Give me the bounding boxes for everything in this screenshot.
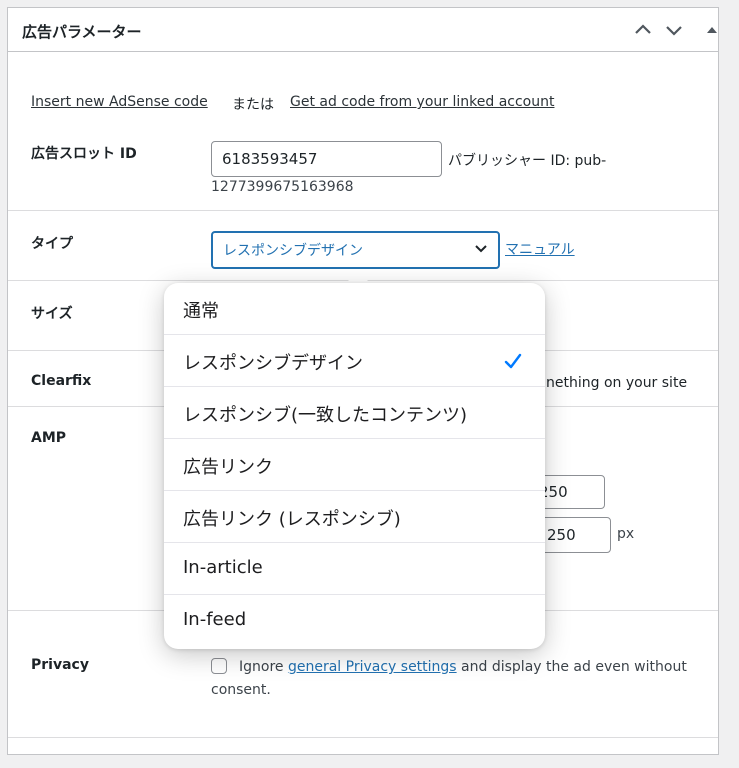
chevron-down-icon — [666, 26, 682, 36]
dropdown-option-label: レスポンシブデザイン — [183, 353, 363, 374]
separator — [8, 210, 718, 211]
clearfix-description: nething on your site — [546, 375, 688, 391]
chevron-up-icon — [635, 24, 651, 34]
ad-slot-input[interactable]: 6183593457 — [211, 141, 442, 177]
or-text: または — [232, 97, 274, 113]
ad-type-selected: レスポンシブデザイン — [223, 243, 363, 259]
dropdown-option-label: レスポンシブ(一致したコンテンツ) — [183, 405, 468, 426]
ad-type-dropdown: 通常 レスポンシブデザイン レスポンシブ(一致したコンテンツ) 広告リンク 広告… — [164, 283, 545, 649]
dropdown-option[interactable]: 広告リンク — [164, 439, 545, 491]
panel-header: 広告パラメーター — [8, 8, 718, 52]
toggle-panel-button[interactable] — [700, 18, 724, 42]
privacy-label: Privacy — [31, 657, 89, 673]
caret-up-icon — [707, 27, 717, 33]
clearfix-label: Clearfix — [31, 373, 92, 389]
amp-unit: px — [617, 526, 635, 542]
move-up-button[interactable] — [631, 18, 655, 42]
privacy-text-line2: consent. — [211, 682, 271, 698]
dropdown-option-label: In-feed — [183, 609, 247, 630]
publisher-label: パブリッシャー ID: pub- — [448, 153, 607, 169]
insert-adsense-link[interactable]: Insert new AdSense code — [31, 94, 208, 110]
privacy-text: Ignore general Privacy settings and disp… — [239, 659, 687, 675]
checkmark-icon — [504, 353, 522, 369]
move-down-button[interactable] — [662, 18, 686, 42]
dropdown-option[interactable]: 通常 — [164, 283, 545, 335]
ignore-privacy-checkbox[interactable] — [211, 658, 227, 674]
dropdown-option-selected[interactable]: レスポンシブデザイン — [164, 335, 545, 387]
privacy-settings-link[interactable]: general Privacy settings — [288, 659, 457, 675]
amp-height-value: 250 — [547, 526, 576, 544]
dropdown-option-label: 広告リンク (レスポンシブ) — [183, 509, 401, 530]
dropdown-option[interactable]: レスポンシブ(一致したコンテンツ) — [164, 387, 545, 439]
ad-type-select[interactable]: レスポンシブデザイン — [211, 231, 500, 269]
dropdown-option[interactable]: In-feed — [164, 595, 545, 647]
size-label: サイズ — [31, 306, 73, 322]
dropdown-option-label: 広告リンク — [183, 457, 273, 478]
manual-link[interactable]: マニュアル — [505, 239, 575, 259]
ad-slot-value: 6183593457 — [222, 150, 318, 168]
amp-label: AMP — [31, 430, 67, 446]
chevron-down-icon — [475, 245, 487, 253]
separator — [8, 737, 718, 738]
dropdown-option-label: 通常 — [183, 301, 219, 322]
publisher-id: 1277399675163968 — [211, 179, 354, 195]
dropdown-option[interactable]: In-article — [164, 543, 545, 595]
get-ad-code-link[interactable]: Get ad code from your linked account — [290, 94, 554, 110]
panel-title: 広告パラメーター — [22, 23, 142, 41]
type-label: タイプ — [31, 236, 73, 252]
ad-slot-label: 広告スロット ID — [31, 146, 137, 162]
dropdown-option-label: In-article — [183, 557, 263, 578]
privacy-text-before: Ignore — [239, 659, 288, 675]
privacy-text-after: and display the ad even without — [456, 659, 687, 675]
dropdown-option[interactable]: 広告リンク (レスポンシブ) — [164, 491, 545, 543]
